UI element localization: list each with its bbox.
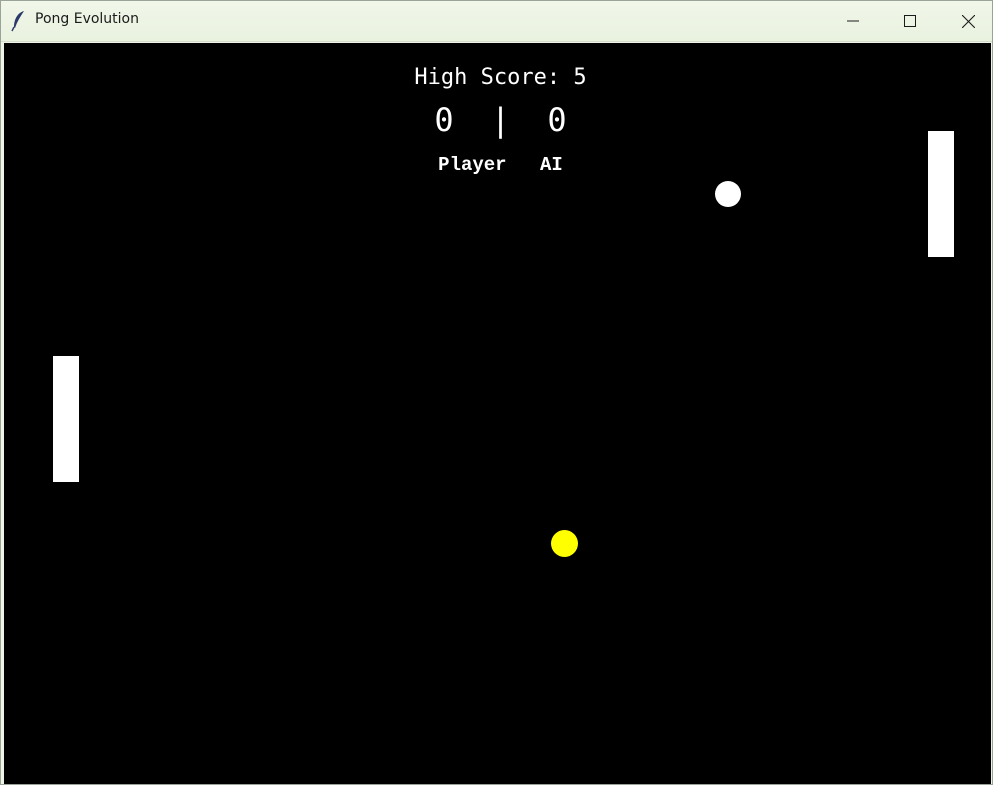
white-ball <box>715 181 741 207</box>
app-window: Pong Evolution High Score: 5 0 | 0 Playe… <box>0 0 993 785</box>
ai-score: 0 <box>547 101 567 139</box>
close-button[interactable] <box>939 1 993 41</box>
game-canvas[interactable]: High Score: 5 0 | 0 Player AI <box>4 43 991 784</box>
ai-label: AI <box>540 154 563 176</box>
score-separator: | <box>490 101 511 139</box>
close-icon <box>961 14 975 28</box>
score-labels: Player AI <box>4 154 991 176</box>
yellow-ball <box>551 530 578 557</box>
player-paddle[interactable] <box>53 356 79 482</box>
maximize-icon <box>904 15 916 27</box>
ai-paddle <box>928 131 954 257</box>
maximize-button[interactable] <box>881 1 939 41</box>
player-label: Player <box>438 154 507 176</box>
title-bar[interactable]: Pong Evolution <box>1 1 992 42</box>
minimize-icon <box>847 15 859 27</box>
window-title: Pong Evolution <box>35 11 139 27</box>
player-score: 0 <box>434 101 454 139</box>
minimize-button[interactable] <box>824 1 882 41</box>
feather-icon <box>11 10 27 32</box>
scoreboard: 0 | 0 <box>4 101 991 139</box>
high-score-text: High Score: 5 <box>414 65 587 90</box>
